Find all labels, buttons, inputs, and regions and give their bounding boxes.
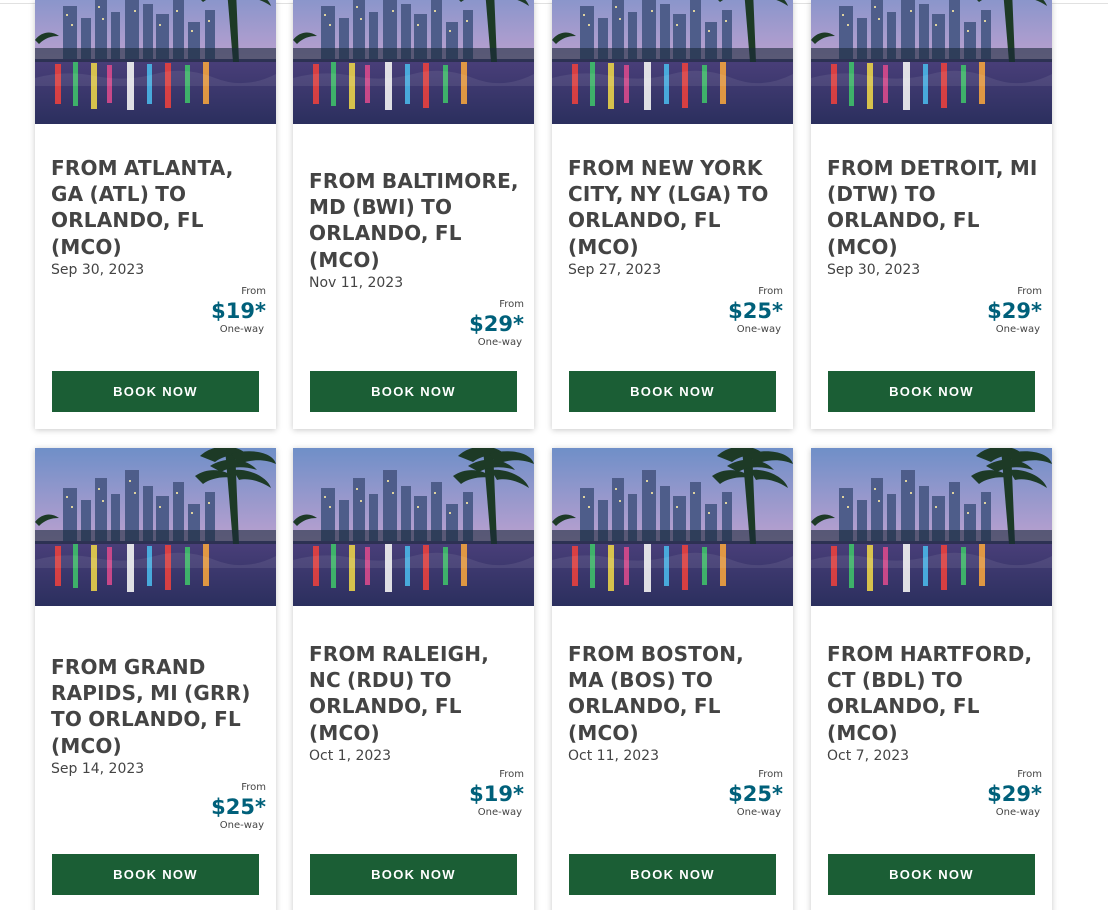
orlando-skyline-image[interactable] [811,448,1052,606]
price-block: From $25* One-way [211,782,266,832]
deal-date: Sep 30, 2023 [827,262,921,278]
price-block: From $25* One-way [728,769,783,819]
trip-type: One-way [736,807,781,818]
price-block: From $29* One-way [469,299,524,349]
trip-type: One-way [219,820,264,831]
orlando-skyline-image[interactable] [552,0,793,124]
deal-date: Oct 1, 2023 [309,748,392,764]
route-title[interactable]: FROM NEW YORK CITY, NY (LGA) TO ORLANDO,… [568,155,783,260]
trip-type: One-way [219,324,264,335]
deal-date: Sep 30, 2023 [51,262,145,278]
orlando-skyline-image[interactable] [293,448,534,606]
price-amount: $29* [987,782,1042,806]
deal-date: Oct 11, 2023 [568,748,659,764]
route-title[interactable]: FROM RALEIGH, NC (RDU) TO ORLANDO, FL (M… [309,641,524,746]
deal-info: FROM HARTFORD, CT (BDL) TO ORLANDO, FL (… [827,618,1042,765]
price-from-label: From [241,782,266,793]
orlando-skyline-image[interactable] [552,448,793,606]
deal-info: FROM NEW YORK CITY, NY (LGA) TO ORLANDO,… [568,140,783,279]
orlando-skyline-image[interactable] [293,0,534,124]
book-now-button[interactable]: BOOK NOW [52,371,259,412]
price-amount: $29* [987,299,1042,323]
orlando-skyline-photo [552,448,793,606]
price-amount: $25* [728,299,783,323]
trip-type: One-way [477,337,522,348]
trip-type: One-way [995,807,1040,818]
deal-info: FROM RALEIGH, NC (RDU) TO ORLANDO, FL (M… [309,618,524,765]
price-block: From $29* One-way [987,769,1042,819]
orlando-skyline-image[interactable] [811,0,1052,124]
deal-card: FROM RALEIGH, NC (RDU) TO ORLANDO, FL (M… [293,448,534,910]
deal-info: FROM DETROIT, MI (DTW) TO ORLANDO, FL (M… [827,140,1042,279]
trip-type: One-way [995,324,1040,335]
deal-info: FROM BALTIMORE, MD (BWI) TO ORLANDO, FL … [309,140,524,292]
price-from-label: From [1017,286,1042,297]
deal-card: FROM BOSTON, MA (BOS) TO ORLANDO, FL (MC… [552,448,793,910]
price-block: From $19* One-way [211,286,266,336]
orlando-skyline-photo [811,0,1052,124]
deal-card: FROM GRAND RAPIDS, MI (GRR) TO ORLANDO, … [35,448,276,910]
price-amount: $25* [728,782,783,806]
price-from-label: From [758,769,783,780]
price-from-label: From [241,286,266,297]
deal-info: FROM ATLANTA, GA (ATL) TO ORLANDO, FL (M… [51,140,266,279]
deal-date: Oct 7, 2023 [827,748,910,764]
deal-date: Sep 14, 2023 [51,761,145,777]
route-title[interactable]: FROM BALTIMORE, MD (BWI) TO ORLANDO, FL … [309,168,524,273]
orlando-skyline-photo [293,448,534,606]
book-now-button[interactable]: BOOK NOW [310,371,517,412]
price-amount: $25* [211,795,266,819]
price-from-label: From [499,299,524,310]
book-now-button[interactable]: BOOK NOW [569,371,776,412]
deal-card: FROM NEW YORK CITY, NY (LGA) TO ORLANDO,… [552,0,793,429]
deal-card: FROM DETROIT, MI (DTW) TO ORLANDO, FL (M… [811,0,1052,429]
book-now-button[interactable]: BOOK NOW [310,854,517,895]
trip-type: One-way [736,324,781,335]
book-now-button[interactable]: BOOK NOW [828,854,1035,895]
route-title[interactable]: FROM GRAND RAPIDS, MI (GRR) TO ORLANDO, … [51,654,266,759]
orlando-skyline-photo [811,448,1052,606]
price-block: From $25* One-way [728,286,783,336]
orlando-skyline-photo [293,0,534,124]
route-title[interactable]: FROM HARTFORD, CT (BDL) TO ORLANDO, FL (… [827,641,1042,746]
price-amount: $29* [469,312,524,336]
deal-card: FROM BALTIMORE, MD (BWI) TO ORLANDO, FL … [293,0,534,429]
deal-info: FROM BOSTON, MA (BOS) TO ORLANDO, FL (MC… [568,618,783,765]
price-from-label: From [499,769,524,780]
orlando-skyline-image[interactable] [35,0,276,124]
deal-date: Nov 11, 2023 [309,275,404,291]
orlando-skyline-image[interactable] [35,448,276,606]
book-now-button[interactable]: BOOK NOW [52,854,259,895]
book-now-button[interactable]: BOOK NOW [828,371,1035,412]
price-block: From $29* One-way [987,286,1042,336]
deal-card: FROM ATLANTA, GA (ATL) TO ORLANDO, FL (M… [35,0,276,429]
route-title[interactable]: FROM DETROIT, MI (DTW) TO ORLANDO, FL (M… [827,155,1042,260]
price-from-label: From [758,286,783,297]
orlando-skyline-photo [35,0,276,124]
route-title[interactable]: FROM BOSTON, MA (BOS) TO ORLANDO, FL (MC… [568,641,783,746]
book-now-button[interactable]: BOOK NOW [569,854,776,895]
trip-type: One-way [477,807,522,818]
route-title[interactable]: FROM ATLANTA, GA (ATL) TO ORLANDO, FL (M… [51,155,266,260]
orlando-skyline-photo [35,448,276,606]
price-amount: $19* [469,782,524,806]
price-amount: $19* [211,299,266,323]
deal-info: FROM GRAND RAPIDS, MI (GRR) TO ORLANDO, … [51,618,266,778]
orlando-skyline-photo [552,0,793,124]
deal-card: FROM HARTFORD, CT (BDL) TO ORLANDO, FL (… [811,448,1052,910]
deal-date: Sep 27, 2023 [568,262,662,278]
price-block: From $19* One-way [469,769,524,819]
price-from-label: From [1017,769,1042,780]
